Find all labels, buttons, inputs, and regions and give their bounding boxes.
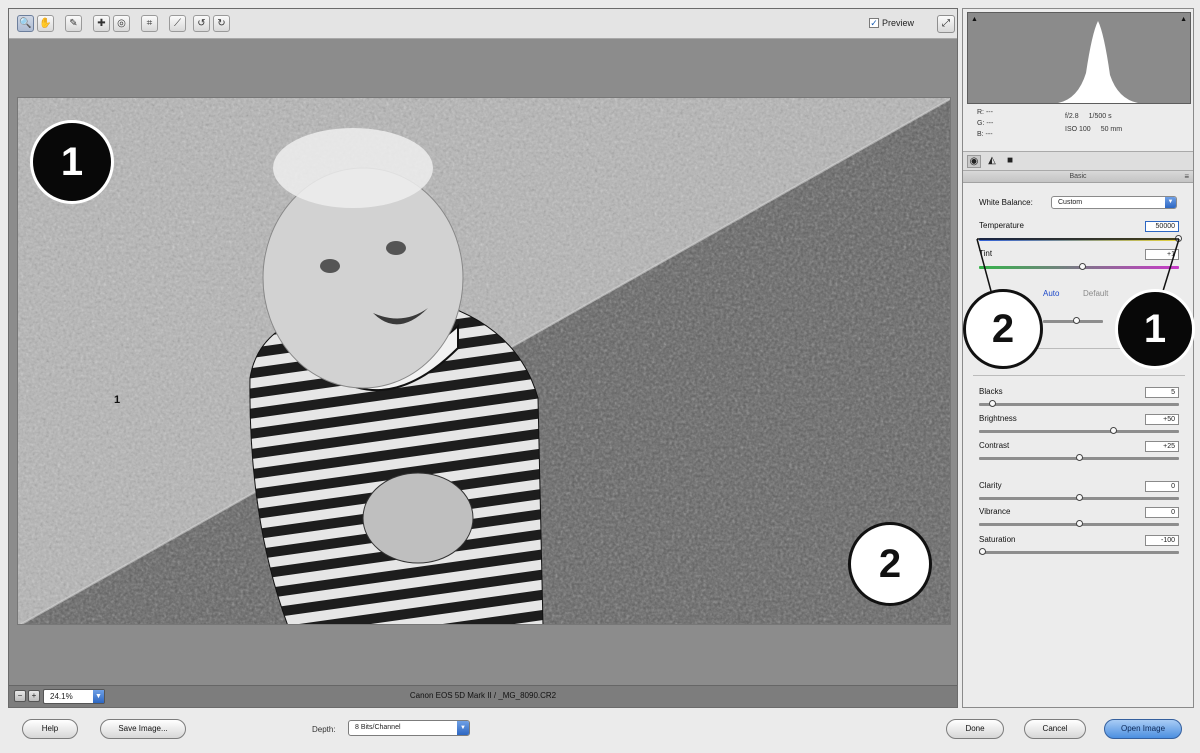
brightness-slider-knob[interactable] — [1110, 427, 1117, 434]
shutter-speed: 1/500 s — [1088, 113, 1112, 120]
status-bar: − + 24.1% ▼ Canon EOS 5D Mark II / _MG_8… — [9, 685, 957, 707]
depth-label: Depth: — [312, 725, 336, 734]
exif-row-1: f/2.8 1/500 s — [1065, 113, 1112, 120]
save-image-button[interactable]: Save Image... — [100, 719, 186, 739]
contrast-field[interactable]: +25 — [1145, 441, 1179, 452]
histogram: ▲ ▲ — [967, 12, 1191, 104]
contrast-label: Contrast — [979, 441, 1010, 450]
iso: ISO 100 — [1065, 126, 1091, 133]
brightness-slider[interactable] — [979, 427, 1179, 434]
tool-bar: 🔍 ✋ ✎ ✚ ◎ ⌗ ⟋ ↺ ↻ ✓ Preview ⤢ — [9, 9, 957, 39]
straighten-tool-icon[interactable]: ⟋ — [169, 15, 186, 32]
file-info: Canon EOS 5D Mark II / _MG_8090.CR2 — [409, 691, 557, 700]
chevron-down-icon[interactable]: ▼ — [457, 721, 469, 735]
exif-row-2: ISO 100 50 mm — [1065, 126, 1122, 133]
contrast-slider[interactable] — [979, 454, 1179, 461]
rotate-left-icon[interactable]: ↺ — [193, 15, 210, 32]
fullscreen-icon[interactable]: ⤢ — [937, 15, 955, 33]
contrast-slider-knob[interactable] — [1076, 454, 1083, 461]
clarity-field[interactable]: 0 — [1145, 481, 1179, 492]
panel-badge-1: 1 — [1115, 289, 1195, 369]
blacks-field[interactable]: 5 — [1145, 387, 1179, 398]
photo-preview[interactable]: 1 2 1 — [17, 97, 951, 625]
help-button[interactable]: Help — [22, 719, 78, 739]
preview-label: Preview — [882, 18, 915, 28]
rgb-readout: R: --- G: --- B: --- f/2.8 1/500 s ISO 1… — [969, 107, 1189, 147]
small-marker: 1 — [114, 394, 121, 406]
target-adjustment-tool-icon[interactable]: ◎ — [113, 15, 130, 32]
b-readout: B: --- — [977, 131, 993, 138]
rotate-right-icon[interactable]: ↻ — [213, 15, 230, 32]
panel-menu-icon[interactable]: ≡ — [1184, 171, 1189, 183]
color-sampler-tool-icon[interactable]: ✚ — [93, 15, 110, 32]
white-balance-value: Custom — [1058, 199, 1083, 206]
divider — [973, 375, 1185, 376]
aperture: f/2.8 — [1065, 113, 1079, 120]
section-title: Basic — [1069, 173, 1087, 180]
preview-pane: 🔍 ✋ ✎ ✚ ◎ ⌗ ⟋ ↺ ↻ ✓ Preview ⤢ 1 2 1 − + … — [8, 8, 958, 708]
tone-curve-tab-icon[interactable]: ◭ — [985, 155, 999, 168]
region-2-badge: 2 — [848, 522, 932, 606]
chevron-down-icon[interactable]: ▼ — [1165, 197, 1176, 208]
saturation-slider[interactable] — [979, 548, 1179, 555]
done-button[interactable]: Done — [946, 719, 1004, 739]
vibrance-field[interactable]: 0 — [1145, 507, 1179, 518]
vibrance-slider[interactable] — [979, 520, 1179, 527]
adjustments-panel: ▲ ▲ R: --- G: --- B: --- f/2.8 1/500 s I… — [962, 8, 1195, 708]
white-balance-select[interactable]: Custom ▼ — [1051, 196, 1177, 209]
depth-value: 8 Bits/Channel — [355, 724, 401, 731]
brightness-label: Brightness — [979, 414, 1017, 423]
g-readout: G: --- — [977, 120, 994, 127]
blacks-slider-knob[interactable] — [989, 400, 996, 407]
panel-tabs: ◉ ◭ ■ — [963, 151, 1193, 171]
highlight-clip-warning-icon[interactable]: ▲ — [1180, 16, 1187, 23]
white-balance-tool-icon[interactable]: ✎ — [65, 15, 82, 32]
blacks-label: Blacks — [979, 387, 1003, 396]
region-1-badge: 1 — [30, 120, 114, 204]
clarity-slider[interactable] — [979, 494, 1179, 501]
crop-tool-icon[interactable]: ⌗ — [141, 15, 158, 32]
saturation-label: Saturation — [979, 535, 1016, 544]
brightness-field[interactable]: +50 — [1145, 414, 1179, 425]
white-balance-label: White Balance: — [979, 198, 1033, 207]
zoom-tool-icon[interactable]: 🔍 — [17, 15, 34, 32]
saturation-field[interactable]: -100 — [1145, 535, 1179, 546]
vibrance-slider-knob[interactable] — [1076, 520, 1083, 527]
blacks-slider[interactable] — [979, 400, 1179, 407]
depth-select[interactable]: 8 Bits/Channel ▼ — [348, 720, 470, 736]
preview-checkbox[interactable]: ✓ — [869, 18, 879, 28]
histogram-graph — [1058, 21, 1138, 103]
hand-tool-icon[interactable]: ✋ — [37, 15, 54, 32]
temperature-label: Temperature — [979, 221, 1024, 230]
clarity-label: Clarity — [979, 481, 1002, 490]
saturation-slider-knob[interactable] — [979, 548, 986, 555]
clarity-slider-knob[interactable] — [1076, 494, 1083, 501]
open-image-button[interactable]: Open Image — [1104, 719, 1182, 739]
preview-toggle[interactable]: ✓ Preview — [869, 18, 914, 28]
focal-length: 50 mm — [1100, 126, 1123, 133]
basic-tab-icon[interactable]: ◉ — [967, 155, 981, 168]
photo-canvas — [18, 98, 950, 624]
panel-badge-2: 2 — [963, 289, 1043, 369]
shadow-clip-warning-icon[interactable]: ▲ — [971, 16, 978, 23]
bottom-bar: Help Save Image... Depth: 8 Bits/Channel… — [0, 710, 1200, 753]
detail-tab-icon[interactable]: ■ — [1003, 155, 1017, 168]
vibrance-label: Vibrance — [979, 507, 1011, 516]
section-header: Basic ≡ — [963, 171, 1193, 183]
r-readout: R: --- — [977, 109, 993, 116]
cancel-button[interactable]: Cancel — [1024, 719, 1086, 739]
